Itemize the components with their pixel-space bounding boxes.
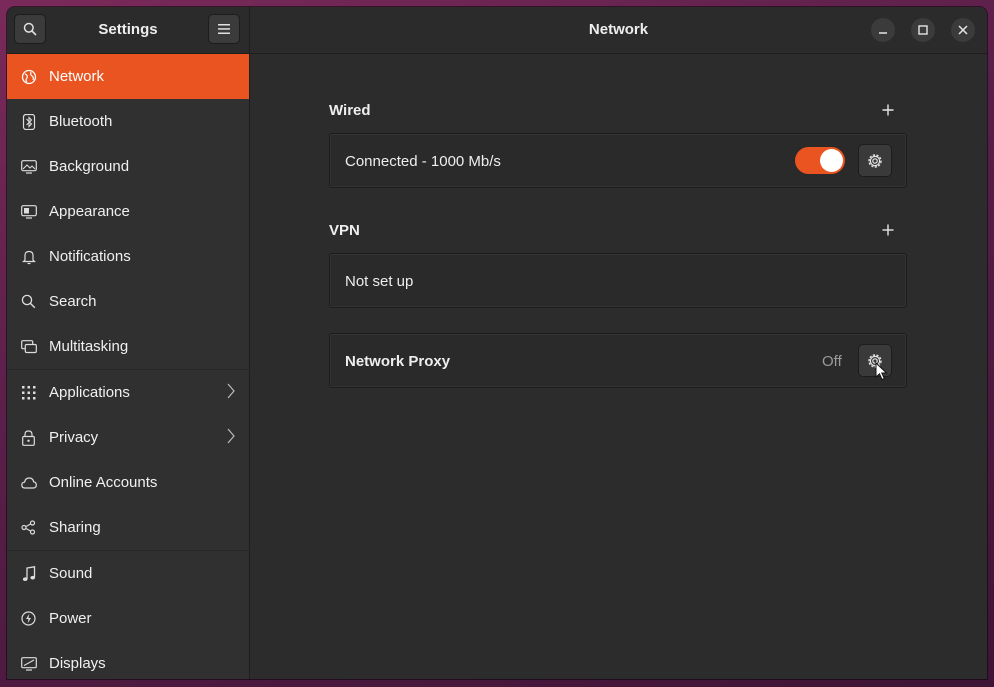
grid-icon	[20, 384, 37, 401]
vpn-section-title: VPN	[329, 222, 360, 239]
sidebar-item-label: Search	[49, 293, 97, 310]
wired-section-title: Wired	[329, 102, 371, 119]
settings-window: Settings Network Bluetooth Background Ap…	[7, 7, 987, 679]
close-icon	[958, 25, 968, 35]
header-bar: Network	[250, 7, 987, 54]
toggle-knob	[820, 149, 843, 172]
vpn-status: Not set up	[345, 273, 414, 290]
close-button[interactable]	[951, 18, 975, 42]
bell-icon	[20, 248, 37, 265]
display-icon	[20, 655, 37, 672]
sidebar-item-network[interactable]: Network	[7, 54, 249, 99]
sidebar-item-bluetooth[interactable]: Bluetooth	[7, 99, 249, 144]
wired-status: Connected - 1000 Mb/s	[345, 153, 501, 170]
minimize-button[interactable]	[871, 18, 895, 42]
wired-settings-button[interactable]	[858, 144, 892, 177]
sidebar-item-label: Appearance	[49, 203, 130, 220]
minimize-icon	[879, 32, 887, 34]
sidebar-item-sharing[interactable]: Sharing	[7, 505, 249, 551]
network-content: Wired Connected - 1000 Mb/s VPN Not set …	[250, 54, 987, 679]
sidebar-item-label: Multitasking	[49, 338, 129, 355]
gear-icon	[868, 153, 882, 168]
maximize-button[interactable]	[911, 18, 935, 42]
sidebar-item-background[interactable]: Background	[7, 144, 249, 189]
sidebar-item-search[interactable]: Search	[7, 279, 249, 324]
sidebar-item-label: Sound	[49, 565, 93, 582]
sidebar-item-privacy[interactable]: Privacy	[7, 415, 249, 460]
sidebar-item-online-accounts[interactable]: Online Accounts	[7, 460, 249, 505]
sidebar-item-label: Applications	[49, 384, 130, 401]
sidebar-item-label: Power	[49, 610, 92, 627]
sidebar-item-label: Privacy	[49, 429, 99, 446]
mouse-cursor-icon	[875, 362, 888, 381]
sidebar-item-power[interactable]: Power	[7, 596, 249, 641]
sidebar-item-label: Online Accounts	[49, 474, 158, 491]
search-icon	[20, 293, 37, 310]
sidebar-item-displays[interactable]: Displays	[7, 641, 249, 679]
cloud-icon	[20, 474, 37, 491]
add-vpn-button[interactable]	[880, 222, 896, 238]
chevron-right-icon	[227, 428, 235, 448]
sidebar-item-label: Sharing	[49, 519, 101, 536]
main-panel: Network Wired Connected - 1000 Mb/s VPN …	[250, 7, 987, 679]
sidebar-item-label: Bluetooth	[49, 113, 113, 130]
network-proxy-row[interactable]: Network Proxy Off	[329, 333, 907, 388]
plus-icon	[882, 224, 894, 236]
sidebar: Settings Network Bluetooth Background Ap…	[7, 7, 250, 679]
sidebar-item-label: Notifications	[49, 248, 131, 265]
globe-icon	[20, 68, 37, 85]
wired-connection-row: Connected - 1000 Mb/s	[329, 133, 907, 188]
power-icon	[20, 610, 37, 627]
sidebar-item-appearance[interactable]: Appearance	[7, 189, 249, 234]
vpn-row: Not set up	[329, 253, 907, 308]
wired-toggle[interactable]	[795, 147, 845, 174]
sidebar-item-notifications[interactable]: Notifications	[7, 234, 249, 279]
sidebar-item-applications[interactable]: Applications	[7, 370, 249, 415]
maximize-icon	[918, 25, 928, 35]
share-icon	[20, 519, 37, 536]
appearance-icon	[20, 203, 37, 220]
plus-icon	[882, 104, 894, 116]
music-note-icon	[20, 565, 37, 582]
lock-icon	[20, 429, 37, 446]
sidebar-header: Settings	[7, 7, 249, 54]
proxy-label: Network Proxy	[345, 353, 451, 370]
background-icon	[20, 158, 37, 175]
sidebar-item-label: Background	[49, 158, 130, 175]
proxy-state: Off	[822, 353, 842, 370]
bluetooth-icon	[20, 113, 37, 130]
multitasking-icon	[20, 338, 37, 355]
hamburger-icon	[218, 24, 230, 34]
sidebar-item-label: Network	[49, 68, 105, 85]
sidebar-item-multitasking[interactable]: Multitasking	[7, 324, 249, 370]
sidebar-item-label: Displays	[49, 655, 106, 672]
chevron-right-icon	[227, 383, 235, 403]
main-menu-button[interactable]	[208, 14, 240, 44]
add-wired-button[interactable]	[880, 102, 896, 118]
sidebar-item-sound[interactable]: Sound	[7, 551, 249, 596]
